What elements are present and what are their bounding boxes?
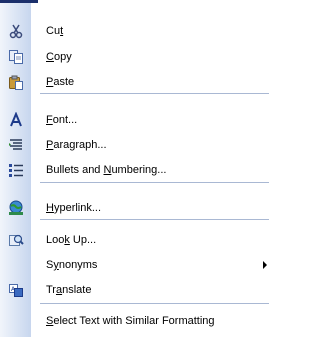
menu-item-label: Font... (46, 114, 78, 126)
menu-item-paragraph[interactable]: Paragraph... (0, 134, 273, 156)
menu-item-paste[interactable]: Paste (0, 71, 273, 93)
menu-item-label: Select Text with Similar Formatting (46, 315, 215, 327)
menu-item-translate[interactable]: A Translate (0, 279, 273, 301)
menu-item-label: Paragraph... (46, 139, 107, 151)
menu-top-edge (0, 0, 38, 3)
menu-item-label: Copy (46, 51, 72, 63)
font-icon (8, 111, 24, 128)
menu-item-label: Translate (46, 284, 92, 296)
menu-separator (40, 93, 269, 94)
hyperlink-icon (8, 200, 24, 216)
menu-item-hyperlink[interactable]: Hyperlink... (0, 197, 273, 219)
bullets-icon (8, 162, 24, 178)
paragraph-icon (8, 137, 24, 153)
menu-item-label: Cut (46, 25, 64, 37)
menu-item-cut[interactable]: Cut (0, 20, 273, 42)
menu-item-font[interactable]: Font... (0, 109, 273, 131)
menu-item-label: Synonyms (46, 259, 98, 271)
submenu-arrow-icon (263, 261, 267, 269)
paste-icon (8, 74, 24, 90)
copy-icon (8, 49, 24, 65)
menu-item-select-similar-formatting[interactable]: Select Text with Similar Formatting (0, 310, 273, 332)
menu-item-look-up[interactable]: Look Up... (0, 229, 273, 251)
menu-item-label: Look Up... (46, 234, 97, 246)
menu-separator (40, 303, 269, 304)
scissors-icon (8, 23, 24, 39)
menu-item-bullets-and-numbering[interactable]: Bullets and Numbering... (0, 159, 273, 181)
translate-icon: A (8, 282, 24, 298)
menu-separator (40, 219, 269, 220)
menu-item-label: Hyperlink... (46, 202, 102, 214)
menu-item-copy[interactable]: Copy (0, 46, 273, 68)
menu-item-synonyms[interactable]: Synonyms (0, 254, 273, 276)
context-menu: Cut Copy Paste Font... Paragraph... Bull… (0, 0, 273, 337)
menu-item-label: Bullets and Numbering... (46, 164, 167, 176)
menu-separator (40, 182, 269, 183)
lookup-icon (8, 232, 24, 248)
menu-item-label: Paste (46, 76, 75, 88)
